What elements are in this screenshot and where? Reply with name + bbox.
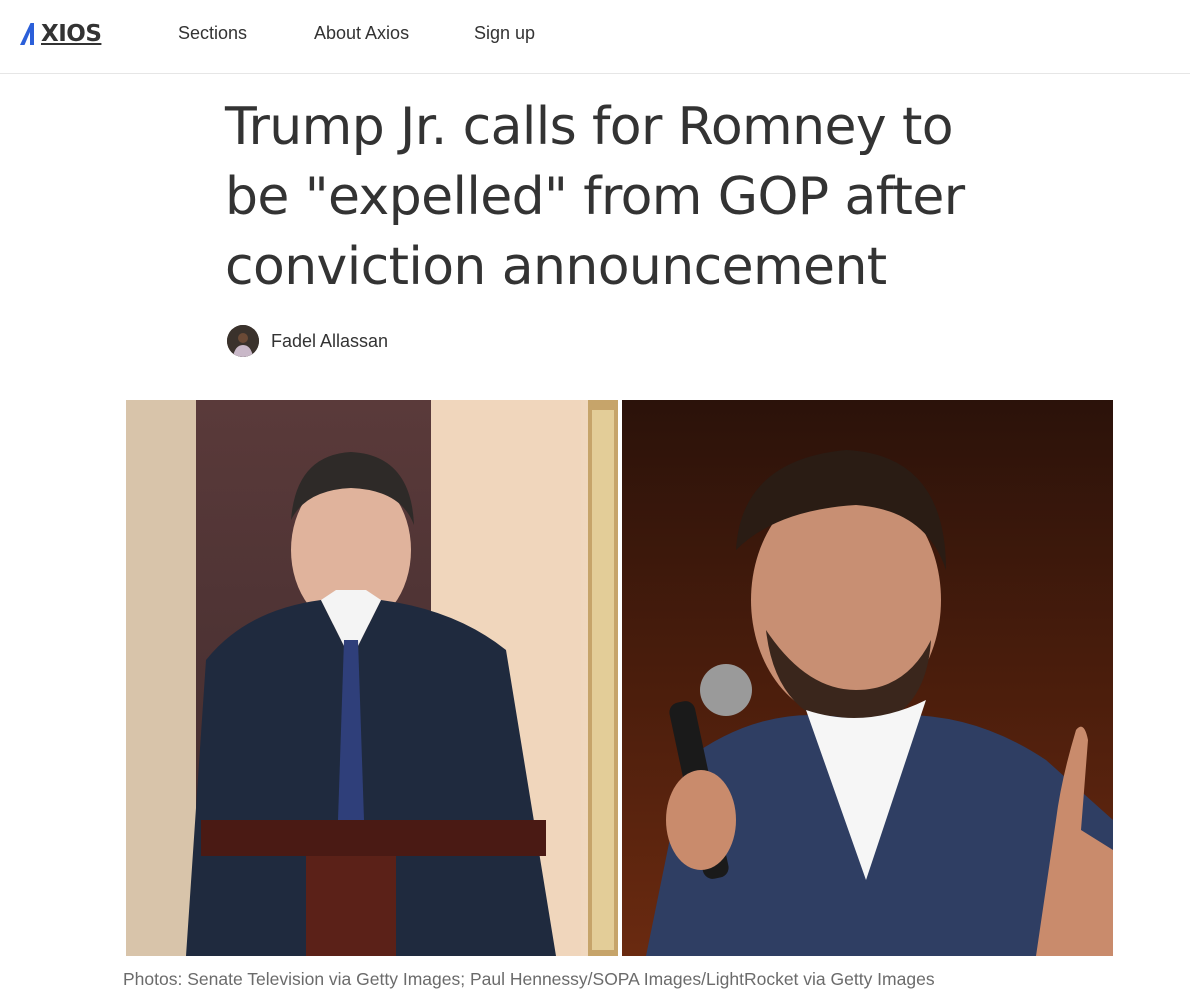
nav-sections[interactable]: Sections xyxy=(178,22,247,44)
author-avatar[interactable] xyxy=(227,325,259,357)
axios-logo-mark-icon xyxy=(20,23,41,45)
article-headline: Trump Jr. calls for Romney to be "expell… xyxy=(225,92,985,302)
article-photo xyxy=(126,400,1113,956)
site-header: XIOS Sections About Axios Sign up xyxy=(0,0,1190,74)
byline: Fadel Allassan xyxy=(227,324,388,358)
photo-collage-image xyxy=(126,400,1113,956)
axios-logo-text: XIOS xyxy=(41,21,102,47)
headline-line: Trump Jr. calls for Romney to xyxy=(225,97,954,157)
axios-logo[interactable]: XIOS xyxy=(20,21,102,47)
headline-line: be "expelled" from GOP after xyxy=(225,167,965,227)
photo-caption: Photos: Senate Television via Getty Imag… xyxy=(123,969,935,989)
nav-about-axios[interactable]: About Axios xyxy=(314,22,409,44)
author-name[interactable]: Fadel Allassan xyxy=(271,331,388,352)
nav-sign-up[interactable]: Sign up xyxy=(474,22,535,44)
headline-line: conviction announcement xyxy=(225,237,887,297)
